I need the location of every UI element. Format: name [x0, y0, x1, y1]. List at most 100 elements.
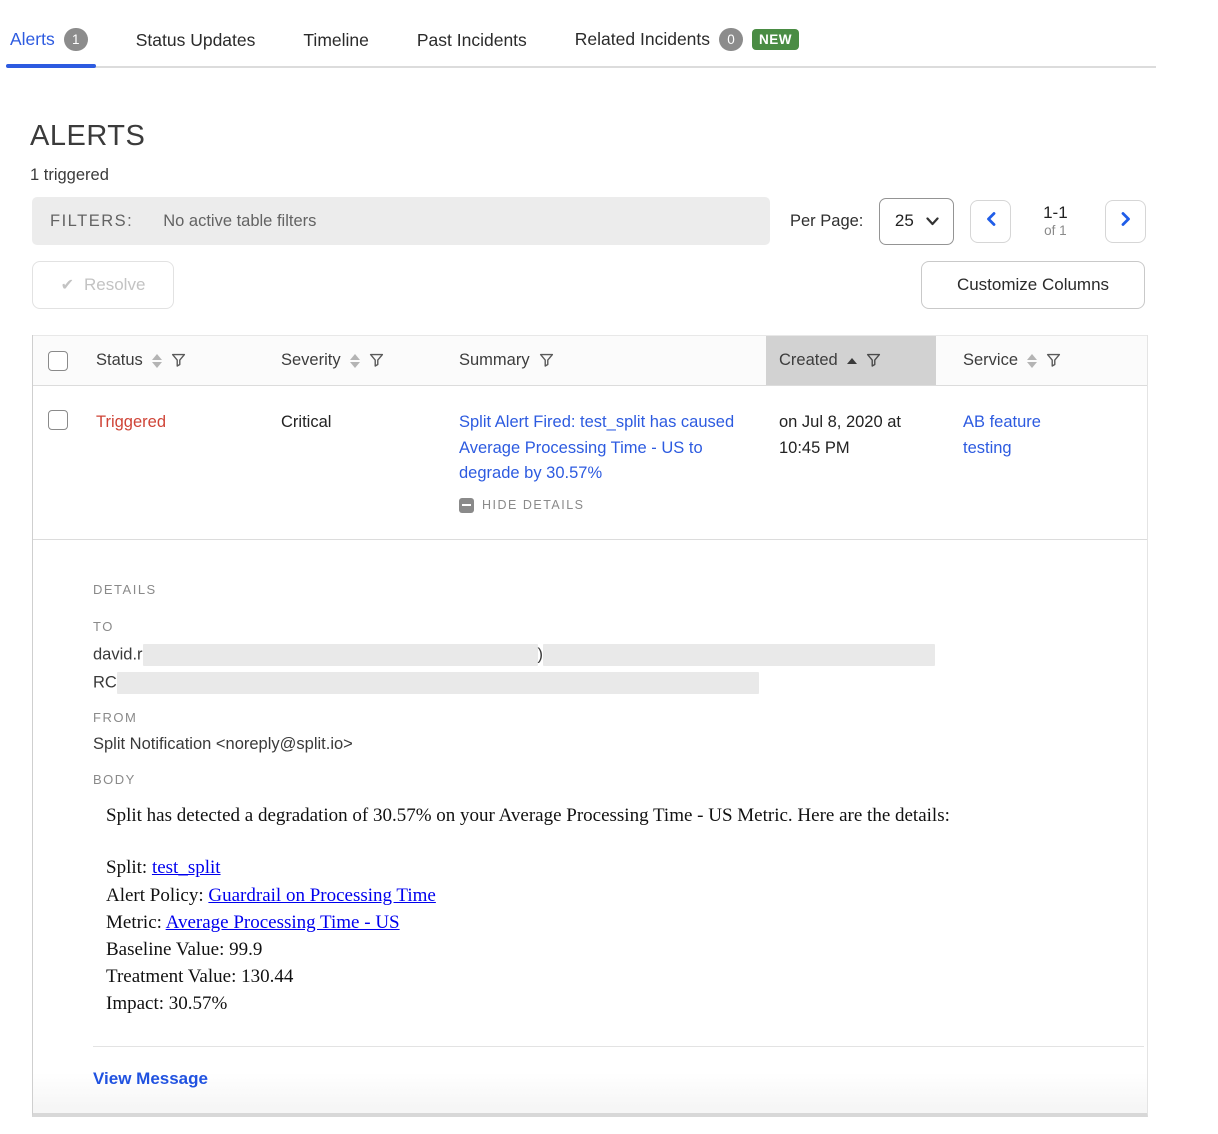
tab-label: Related Incidents [575, 29, 710, 50]
tab-past-incidents[interactable]: Past Incidents [415, 28, 529, 66]
sort-icon[interactable] [350, 354, 360, 368]
tab-label: Timeline [303, 30, 368, 51]
redaction-box [143, 644, 538, 666]
redaction-box [117, 672, 759, 694]
column-label[interactable]: Service [963, 351, 1018, 370]
tab-status-updates[interactable]: Status Updates [134, 28, 258, 66]
to-recipients-line1: david.r) [93, 644, 1144, 666]
resolve-label: Resolve [84, 275, 145, 295]
row-checkbox[interactable] [48, 410, 68, 430]
email-body-intro: Split has detected a degradation of 30.5… [106, 803, 1144, 829]
row-checkbox-cell [33, 386, 83, 539]
field-alert-policy: Alert Policy: Guardrail on Processing Ti… [106, 883, 1144, 909]
status-cell: Triggered [83, 386, 268, 539]
filter-icon[interactable] [171, 353, 186, 368]
column-label[interactable]: Severity [281, 351, 341, 370]
field-baseline-value: Baseline Value: 99.9 [106, 937, 1144, 963]
summary-link[interactable]: Split Alert Fired: test_split has caused… [459, 410, 747, 487]
split-link[interactable]: test_split [152, 857, 221, 878]
column-header-service: Service [936, 336, 1147, 385]
customize-columns-button[interactable]: Customize Columns [921, 261, 1145, 309]
filters-label: FILTERS: [50, 212, 133, 231]
status-value: Triggered [96, 413, 166, 431]
resolve-button[interactable]: ✔ Resolve [32, 261, 174, 309]
minus-icon [459, 498, 474, 513]
metric-link[interactable]: Average Processing Time - US [166, 912, 400, 933]
page-title: ALERTS [30, 120, 1218, 153]
tab-related-incidents[interactable]: Related Incidents 0 NEW [573, 26, 801, 66]
tab-label: Alerts [10, 29, 55, 50]
filter-icon[interactable] [369, 353, 384, 368]
per-page-value: 25 [895, 211, 914, 231]
tab-alerts[interactable]: Alerts 1 [8, 26, 90, 66]
view-message-link[interactable]: View Message [93, 1069, 208, 1089]
sort-icon[interactable] [152, 354, 162, 368]
service-cell: AB feature testing [936, 386, 1147, 539]
details-section-label: DETAILS [93, 582, 1144, 597]
created-cell: on Jul 8, 2020 at 10:45 PM [766, 386, 936, 539]
alert-policy-link[interactable]: Guardrail on Processing Time [208, 885, 435, 906]
filters-status: No active table filters [163, 212, 316, 231]
customize-columns-label: Customize Columns [957, 275, 1109, 295]
field-split: Split: test_split [106, 855, 1144, 881]
field-treatment-value: Treatment Value: 130.44 [106, 964, 1144, 990]
page-range: 1-1 of 1 [1019, 203, 1091, 238]
from-label: FROM [93, 710, 1144, 725]
next-page-button[interactable] [1105, 200, 1146, 243]
check-icon: ✔ [61, 275, 74, 295]
to-label: TO [93, 619, 1144, 634]
triggered-count: 1 triggered [30, 166, 1218, 185]
table-row: Triggered Critical Split Alert Fired: te… [33, 386, 1147, 540]
tab-label: Status Updates [136, 30, 256, 51]
page-range-total: of 1 [1019, 223, 1091, 239]
per-page-label: Per Page: [790, 212, 863, 231]
chevron-right-icon [1121, 212, 1131, 231]
column-label[interactable]: Summary [459, 351, 530, 370]
pagination: Per Page: 25 1-1 of 1 [790, 198, 1146, 245]
per-page-select[interactable]: 25 [879, 198, 954, 245]
severity-value: Critical [281, 413, 331, 431]
actions-row: ✔ Resolve Customize Columns [32, 261, 1145, 309]
filter-icon[interactable] [1046, 353, 1061, 368]
chevron-left-icon [986, 212, 996, 231]
prev-page-button[interactable] [970, 200, 1011, 243]
hide-details-label: HIDE DETAILS [482, 496, 585, 515]
from-value: Split Notification <noreply@split.io> [93, 735, 1144, 754]
tab-timeline[interactable]: Timeline [301, 28, 370, 66]
body-label: BODY [93, 772, 1144, 787]
table-header: Status Severity Summary Created Service [33, 335, 1147, 386]
alert-details-panel: DETAILS TO david.r) RC FROM Split Notifi… [33, 540, 1147, 1113]
severity-cell: Critical [268, 386, 446, 539]
email-body-fields: Split: test_split Alert Policy: Guardrai… [106, 855, 1144, 1017]
tab-label: Past Incidents [417, 30, 527, 51]
alerts-table: Status Severity Summary Created Service [32, 335, 1148, 1117]
column-header-created: Created [766, 336, 936, 385]
details-divider [93, 1046, 1144, 1047]
related-incidents-count-badge: 0 [719, 28, 743, 51]
filters-bar[interactable]: FILTERS: No active table filters [32, 197, 770, 245]
column-label[interactable]: Created [779, 351, 838, 370]
filter-icon[interactable] [539, 353, 554, 368]
column-header-severity: Severity [268, 336, 446, 385]
controls-row: FILTERS: No active table filters Per Pag… [32, 197, 1218, 245]
select-all-checkbox[interactable] [48, 351, 68, 371]
field-metric: Metric: Average Processing Time - US [106, 910, 1144, 936]
page-range-value: 1-1 [1019, 203, 1091, 223]
sort-asc-icon[interactable] [847, 358, 857, 364]
redaction-box [543, 644, 935, 666]
sort-icon[interactable] [1027, 354, 1037, 368]
column-header-summary: Summary [446, 336, 766, 385]
created-value: on Jul 8, 2020 at 10:45 PM [779, 410, 929, 461]
chevron-down-icon [926, 211, 939, 231]
column-label[interactable]: Status [96, 351, 143, 370]
to-recipients-line2: RC [93, 672, 1144, 694]
filter-icon[interactable] [866, 353, 881, 368]
column-header-status: Status [83, 336, 268, 385]
service-link[interactable]: AB feature testing [963, 410, 1068, 461]
summary-cell: Split Alert Fired: test_split has caused… [446, 386, 766, 539]
hide-details-toggle[interactable]: HIDE DETAILS [459, 496, 766, 515]
tab-bar: Alerts 1 Status Updates Timeline Past In… [8, 26, 1156, 68]
new-badge: NEW [752, 29, 799, 50]
field-impact: Impact: 30.57% [106, 991, 1144, 1017]
alerts-count-badge: 1 [64, 28, 88, 51]
